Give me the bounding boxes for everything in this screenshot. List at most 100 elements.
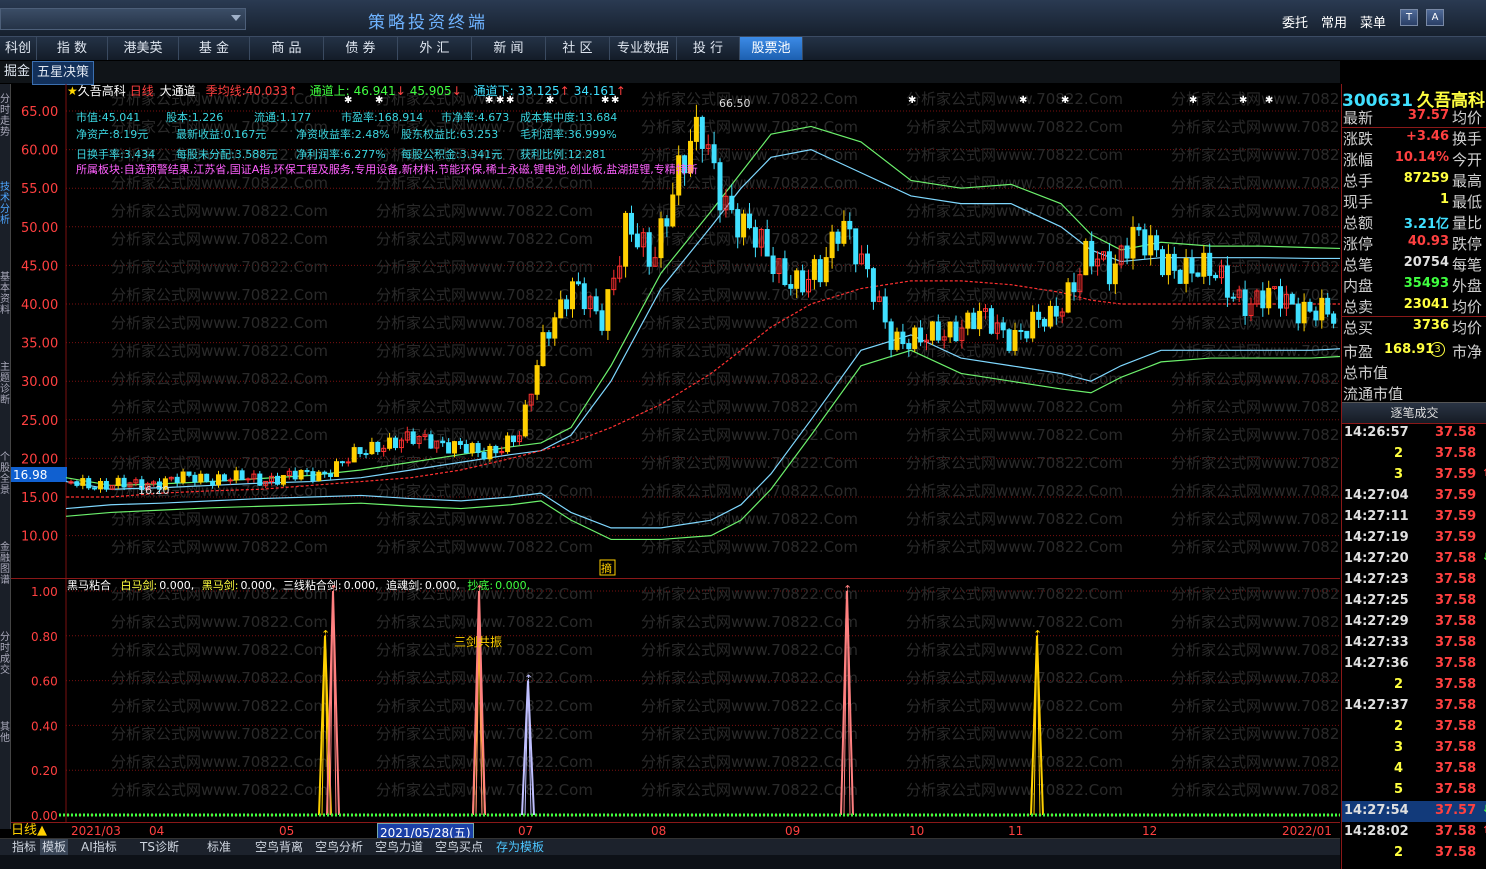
tab-template[interactable]: 模板: [40, 839, 69, 855]
tick-row: 14:27:23 37.58: [1344, 572, 1477, 587]
watermark-text: 分析家公式网www.70822.Com: [111, 753, 328, 771]
tab-ts-diagnosis[interactable]: TS诊断: [140, 839, 179, 855]
tick-row: 5 37.58: [1394, 782, 1477, 797]
vtab-other[interactable]: 其他: [0, 722, 10, 744]
candle-body: [1301, 301, 1307, 324]
candle-body: [988, 308, 994, 334]
candle-body: [115, 477, 121, 486]
vtab-technical[interactable]: 技术分析: [0, 182, 10, 226]
watermark-text: 分析家公式网www.70822.Com: [641, 725, 858, 743]
period-button[interactable]: 日线▲: [11, 823, 48, 839]
nav-fund[interactable]: 基 金: [179, 37, 250, 60]
candle-body: [1195, 272, 1201, 277]
chart-legend: ★久吾高科 日线 大通道 季均线:40.033↑ 通道上: 46.941↓ 45.905…: [67, 84, 626, 98]
tab-save-template[interactable]: 存为模板: [496, 839, 544, 855]
tab-force[interactable]: 空鸟力道: [375, 839, 423, 855]
menu-link[interactable]: 菜单: [1360, 12, 1386, 31]
candle-body: [1171, 253, 1177, 271]
candle-body: [953, 321, 959, 342]
candle-body: [829, 231, 835, 259]
nav-ib[interactable]: 投 行: [677, 37, 740, 60]
candle-body: [646, 232, 652, 267]
common-link[interactable]: 常用: [1321, 12, 1347, 31]
candle-body: [817, 259, 823, 283]
candle-body: [699, 116, 705, 149]
nav-forex[interactable]: 外 汇: [398, 37, 472, 60]
watermark-text: 分析家公式网www.70822.Com: [111, 370, 328, 388]
candle-body: [1142, 229, 1148, 256]
candle-body: [1124, 245, 1130, 259]
quote-row: 总手 87259 最高: [1343, 171, 1483, 190]
candle-body: [339, 461, 345, 464]
subnav-five-star[interactable]: 五星决策: [32, 61, 95, 85]
candle-body: [522, 404, 528, 437]
pe-row: 市盈 168.91 3 市净: [1343, 342, 1483, 361]
tick-row: 14:27:04 37.59: [1344, 488, 1477, 503]
nav-index[interactable]: 指 数: [37, 37, 108, 60]
nav-commodity[interactable]: 商 品: [250, 37, 324, 60]
candle-body: [882, 296, 888, 323]
watermark-text: 分析家公式网www.70822.Com: [111, 230, 328, 248]
watermark-text: 分析家公式网www.70822.Com: [641, 510, 858, 528]
vtab-basic-info[interactable]: 基本资料: [0, 272, 10, 316]
candle-body: [1000, 322, 1006, 331]
watermark-text: 分析家公式网www.70822.Com: [1171, 174, 1340, 192]
candle-body: [800, 270, 806, 293]
tab-standard[interactable]: 标准: [207, 839, 231, 855]
watermark-text: 分析家公式网www.70822.Com: [376, 613, 593, 631]
candle-body: [457, 441, 463, 445]
tab-ai-indicator[interactable]: AI指标: [81, 839, 117, 855]
watermark-text: 分析家公式网www.70822.Com: [641, 230, 858, 248]
vtab-intraday[interactable]: 分时走势: [0, 94, 10, 138]
candle-body: [1065, 282, 1071, 313]
watermark-text: 分析家公式网www.70822.Com: [376, 669, 593, 687]
font-a-icon[interactable]: A: [1426, 9, 1444, 26]
tab-divergence[interactable]: 空鸟背离: [255, 839, 303, 855]
candle-body: [1224, 265, 1230, 298]
candle-body: [581, 283, 587, 310]
tick-row: 14:27:29 37.58: [1344, 614, 1477, 629]
nav-pro-data[interactable]: 专业数据: [610, 37, 677, 60]
vtab-theme[interactable]: 主题诊断: [0, 362, 10, 406]
indicator-chart[interactable]: 分析家公式网www.70822.Com 分析家公式网www.70822.Com 分析…: [11, 578, 1340, 823]
watermark-text: 分析家公式网www.70822.Com: [111, 426, 328, 444]
nav-bond[interactable]: 债 券: [324, 37, 398, 60]
nav-stock-pool[interactable]: 股票池: [740, 37, 803, 60]
tab-analysis[interactable]: 空鸟分析: [315, 839, 363, 855]
candle-body: [198, 473, 204, 483]
watermark-text: 分析家公式网www.70822.Com: [906, 370, 1123, 388]
tick-header[interactable]: 逐笔成交: [1342, 402, 1486, 424]
watermark-text: 分析家公式网www.70822.Com: [1171, 641, 1340, 659]
quote-row: 现手 1 最低: [1343, 192, 1483, 211]
subnav-jue-jin[interactable]: 掘金: [0, 61, 34, 83]
nav-community[interactable]: 社 区: [546, 37, 610, 60]
nav-star-market[interactable]: 科创板: [0, 37, 37, 79]
vtab-graph[interactable]: 金融图谱: [0, 542, 10, 586]
stock-selector-dropdown[interactable]: [0, 8, 246, 30]
vtab-panorama[interactable]: 个股全景: [0, 452, 10, 496]
tab-indicator[interactable]: 指标: [12, 839, 36, 855]
candle-body: [275, 475, 280, 485]
candle-body: [86, 478, 92, 489]
watermark-text: 分析家公式网www.70822.Com: [641, 482, 858, 500]
watermark-text: 分析家公式网www.70822.Com: [906, 781, 1123, 799]
quote-row: 总卖 23041 均价: [1342, 295, 1486, 317]
candle-body: [505, 435, 511, 452]
nav-news[interactable]: 新 闻: [472, 37, 546, 60]
kline-chart[interactable]: 分析家公式网www.70822.Com 分析家公式网www.70822.Com 分析…: [11, 84, 1340, 578]
candle-body: [1136, 226, 1142, 231]
watermark-text: 分析家公式网www.70822.Com: [376, 697, 593, 715]
candle-body: [918, 327, 924, 343]
candle-body: [1319, 297, 1325, 321]
tick-row: 14:28:0237.58↑: [1342, 822, 1486, 843]
watermark-text: 分析家公式网www.70822.Com: [1171, 370, 1340, 388]
quote-row: 涨停 40.93 跌停: [1343, 234, 1483, 253]
watermark-text: 分析家公式网www.70822.Com: [1171, 482, 1340, 500]
tab-buy-point[interactable]: 空鸟买点: [435, 839, 483, 855]
trade-link[interactable]: 委托: [1282, 12, 1308, 31]
vtab-ticks[interactable]: 分时成交: [0, 632, 10, 676]
nav-hk-us[interactable]: 港美英: [108, 37, 179, 60]
font-t-icon[interactable]: T: [1400, 9, 1418, 26]
candle-body: [387, 437, 393, 449]
watermark-text: 分析家公式网www.70822.Com: [906, 482, 1123, 500]
